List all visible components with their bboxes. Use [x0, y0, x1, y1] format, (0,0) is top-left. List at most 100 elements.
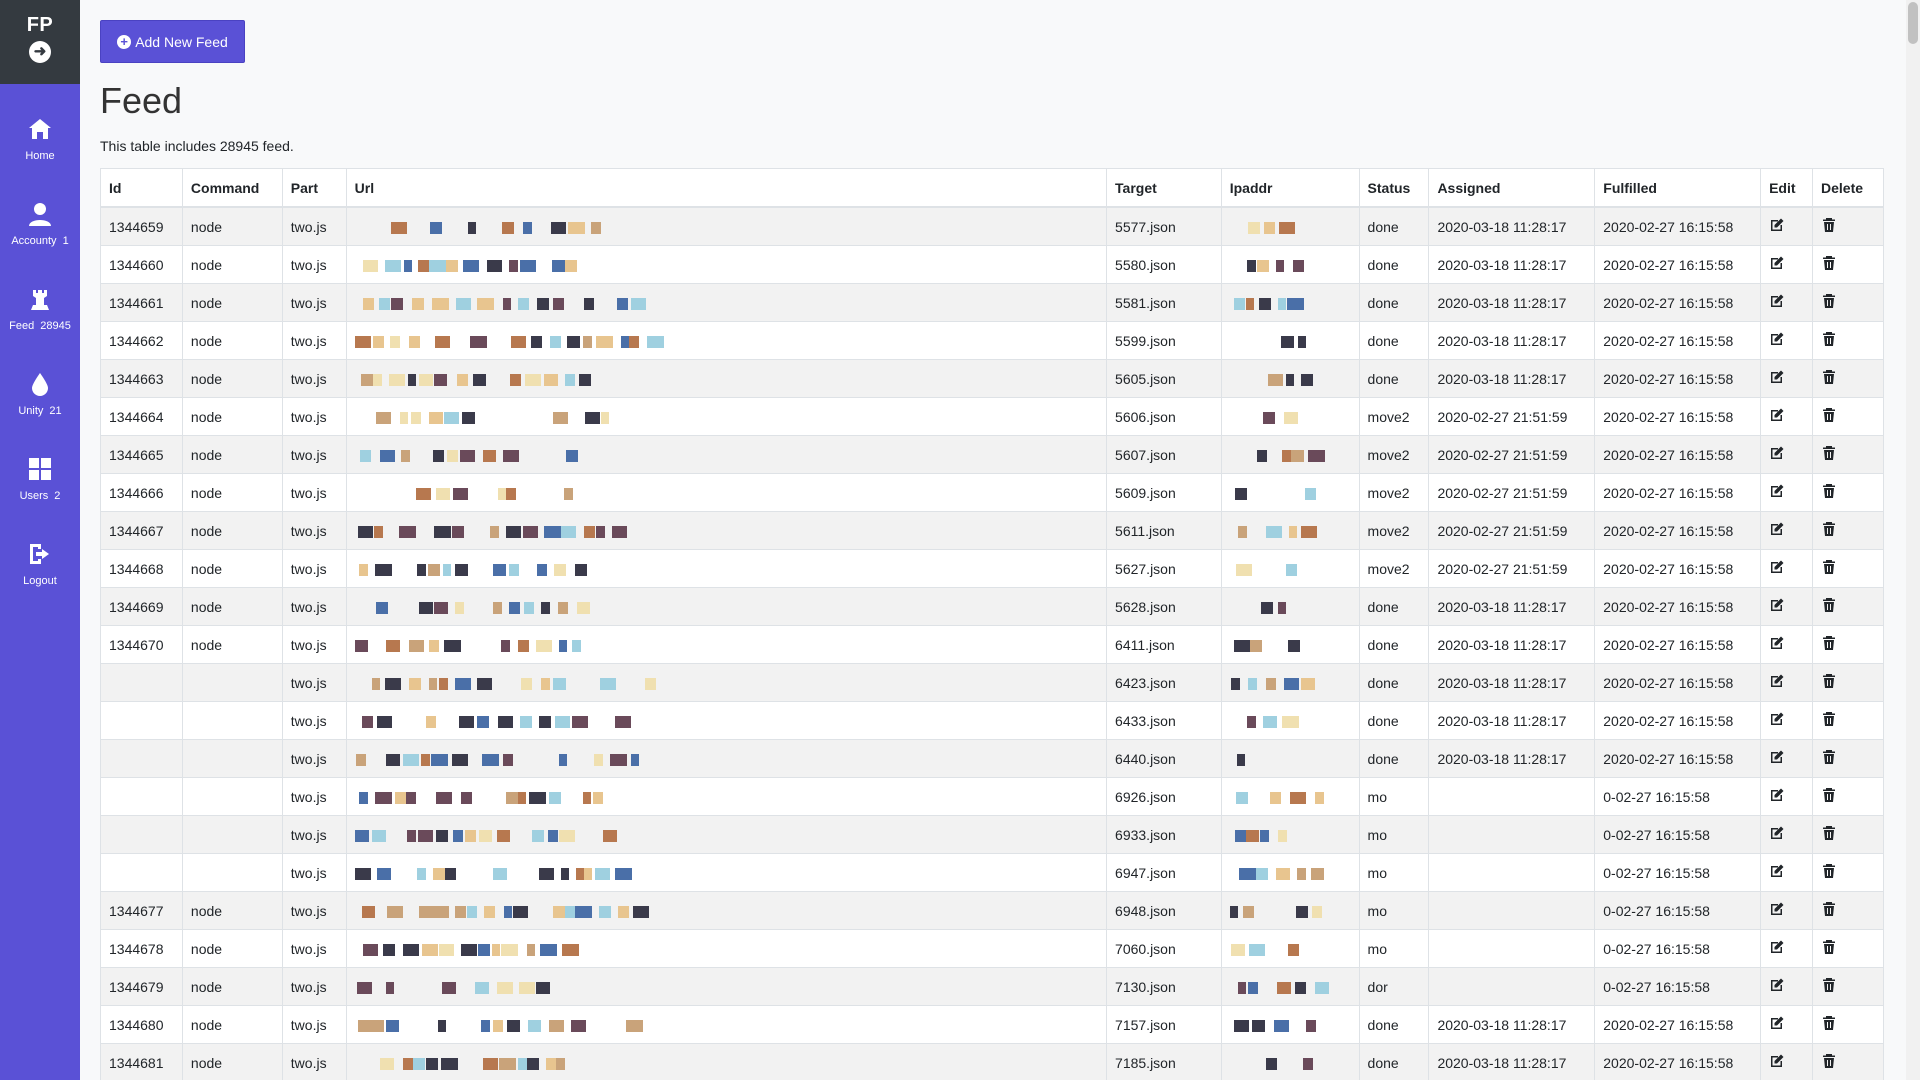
table-row[interactable]: 1344665 node two.js 5607.json move2 2020-02-2… [100, 435, 1884, 474]
column-header-url[interactable]: Url [345, 168, 1108, 208]
column-header-command[interactable]: Command [181, 168, 283, 208]
redacted-block [523, 601, 534, 614]
column-header-part[interactable]: Part [281, 168, 347, 208]
cell-id: 1344670 [100, 625, 183, 664]
table-row[interactable]: 1344681 node two.js 7185.json done 2020-03-18… [100, 1043, 1884, 1080]
table-row[interactable]: 1344667 node two.js 5611.json move2 2020-02-2… [100, 511, 1884, 550]
table-row[interactable]: 1344679 node two.js 7130.json dor 0-02-27 16:… [100, 967, 1884, 1006]
edit-icon[interactable] [1769, 635, 1785, 651]
cell-edit [1760, 511, 1814, 550]
trash-icon[interactable] [1821, 749, 1837, 765]
edit-icon[interactable] [1769, 217, 1785, 233]
table-row[interactable]: 1344678 node two.js 7060.json mo 0-02-27 16:1… [100, 929, 1884, 968]
trash-icon[interactable] [1821, 255, 1837, 271]
table-row[interactable]: 1344680 node two.js 7157.json done 2020-03-18… [100, 1005, 1884, 1044]
trash-icon[interactable] [1821, 407, 1837, 423]
edit-icon[interactable] [1769, 711, 1785, 727]
column-header-status[interactable]: Status [1358, 168, 1430, 208]
edit-icon[interactable] [1769, 863, 1785, 879]
redacted-block [552, 411, 568, 424]
trash-icon[interactable] [1821, 483, 1837, 499]
edit-icon[interactable] [1769, 559, 1785, 575]
column-header-ipaddr[interactable]: Ipaddr [1220, 168, 1360, 208]
table-row[interactable]: 1344664 node two.js 5606.json move2 2020-02-2… [100, 397, 1884, 436]
trash-icon[interactable] [1821, 711, 1837, 727]
edit-icon[interactable] [1769, 1053, 1785, 1069]
table-row[interactable]: two.js 6423.json done 2020-03-18 11:28:17 20… [100, 663, 1884, 702]
table-row[interactable]: 1344669 node two.js 5628.json done 2020-03-18… [100, 587, 1884, 626]
sidebar-item-users[interactable]: Users 2 [0, 438, 80, 523]
column-header-assigned[interactable]: Assigned [1428, 168, 1596, 208]
edit-icon[interactable] [1769, 1015, 1785, 1031]
trash-icon[interactable] [1821, 1053, 1837, 1069]
add-new-feed-button[interactable]: + Add New Feed [100, 20, 245, 63]
edit-icon[interactable] [1769, 749, 1785, 765]
sidebar-item-unity[interactable]: Unity 21 [0, 353, 80, 438]
edit-icon[interactable] [1769, 407, 1785, 423]
redacted-block [478, 412, 490, 424]
redacted-block [1235, 563, 1252, 576]
table-row[interactable]: two.js 6433.json done 2020-03-18 11:28:17 20… [100, 701, 1884, 740]
edit-icon[interactable] [1769, 939, 1785, 955]
arrow-right-icon[interactable]: ➜ [29, 41, 51, 63]
edit-icon[interactable] [1769, 369, 1785, 385]
trash-icon[interactable] [1821, 559, 1837, 575]
scrollbar-thumb[interactable] [1908, 2, 1918, 44]
edit-icon[interactable] [1769, 331, 1785, 347]
trash-icon[interactable] [1821, 635, 1837, 651]
edit-icon[interactable] [1769, 787, 1785, 803]
edit-icon[interactable] [1769, 521, 1785, 537]
sidebar-item-feed[interactable]: Feed 28945 [0, 268, 80, 353]
column-header-delete[interactable]: Delete [1812, 168, 1884, 208]
trash-icon[interactable] [1821, 445, 1837, 461]
table-row[interactable]: two.js 6933.json mo 0-02-27 16:15:58 [100, 815, 1884, 854]
edit-icon[interactable] [1769, 255, 1785, 271]
trash-icon[interactable] [1821, 597, 1837, 613]
table-row[interactable]: 1344662 node two.js 5599.json done 2020-03-18… [100, 321, 1884, 360]
edit-icon[interactable] [1769, 293, 1785, 309]
trash-icon[interactable] [1821, 977, 1837, 993]
column-header-target[interactable]: Target [1106, 168, 1222, 208]
column-header-fulfilled[interactable]: Fulfilled [1594, 168, 1762, 208]
table-row[interactable]: 1344677 node two.js 6948.json mo 0-02-27 16:1… [100, 891, 1884, 930]
brand[interactable]: FP ➜ [0, 0, 80, 84]
table-row[interactable]: 1344659 node two.js 5577.json done 2020-03-18… [100, 206, 1884, 246]
table-row[interactable]: 1344670 node two.js 6411.json done 2020-03-18… [100, 625, 1884, 664]
redacted-block [371, 677, 380, 690]
trash-icon[interactable] [1821, 217, 1837, 233]
sidebar-item-accounty[interactable]: Accounty 1 [0, 183, 80, 268]
edit-icon[interactable] [1769, 445, 1785, 461]
trash-icon[interactable] [1821, 331, 1837, 347]
table-row[interactable]: two.js 6947.json mo 0-02-27 16:15:58 [100, 853, 1884, 892]
trash-icon[interactable] [1821, 863, 1837, 879]
scrollbar[interactable] [1906, 0, 1920, 1080]
sidebar-item-home[interactable]: Home [0, 98, 80, 183]
trash-icon[interactable] [1821, 521, 1837, 537]
edit-icon[interactable] [1769, 901, 1785, 917]
column-header-edit[interactable]: Edit [1760, 168, 1814, 208]
trash-icon[interactable] [1821, 787, 1837, 803]
trash-icon[interactable] [1821, 939, 1837, 955]
trash-icon[interactable] [1821, 293, 1837, 309]
trash-icon[interactable] [1821, 369, 1837, 385]
table-row[interactable]: 1344666 node two.js 5609.json move2 2020-02-2… [100, 473, 1884, 512]
cell-url [345, 397, 1108, 436]
trash-icon[interactable] [1821, 825, 1837, 841]
table-row[interactable]: two.js 6926.json mo 0-02-27 16:15:58 [100, 777, 1884, 816]
edit-icon[interactable] [1769, 673, 1785, 689]
table-row[interactable]: 1344663 node two.js 5605.json done 2020-03-18… [100, 359, 1884, 398]
trash-icon[interactable] [1821, 901, 1837, 917]
table-row[interactable]: two.js 6440.json done 2020-03-18 11:28:17 20… [100, 739, 1884, 778]
sidebar-item-logout[interactable]: Logout [0, 523, 80, 608]
edit-icon[interactable] [1769, 977, 1785, 993]
table-row[interactable]: 1344660 node two.js 5580.json done 2020-03-18… [100, 245, 1884, 284]
edit-icon[interactable] [1769, 825, 1785, 841]
table-row[interactable]: 1344661 node two.js 5581.json done 2020-03-18… [100, 283, 1884, 322]
column-header-id[interactable]: Id [100, 168, 183, 208]
trash-icon[interactable] [1821, 1015, 1837, 1031]
trash-icon[interactable] [1821, 673, 1837, 689]
edit-icon[interactable] [1769, 597, 1785, 613]
redacted-block [428, 259, 446, 272]
table-row[interactable]: 1344668 node two.js 5627.json move2 2020-02-2… [100, 549, 1884, 588]
edit-icon[interactable] [1769, 483, 1785, 499]
